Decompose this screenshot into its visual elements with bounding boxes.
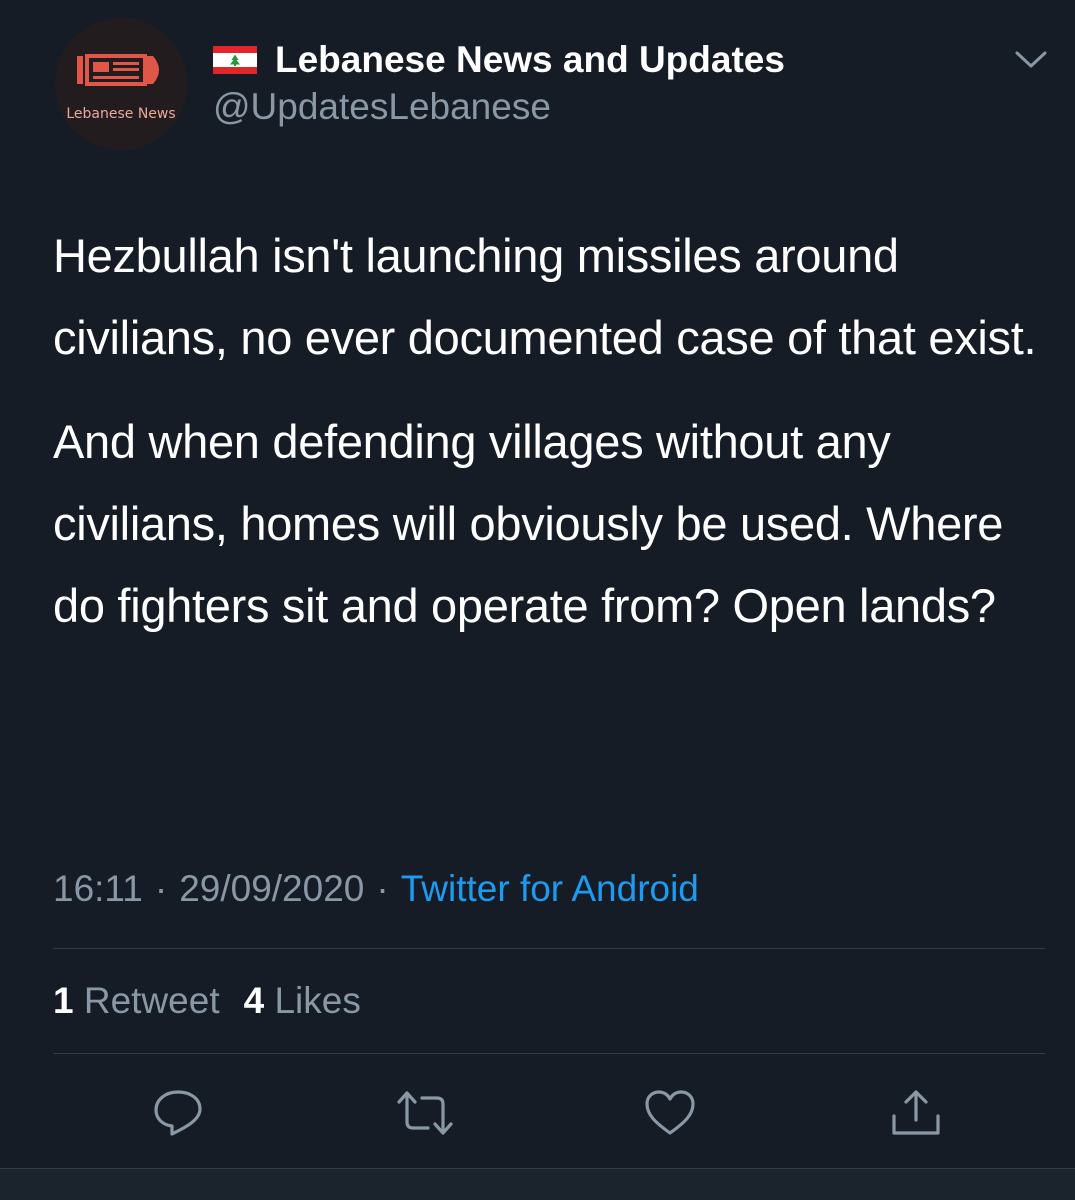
retweets-stat[interactable]: 1 Retweet	[53, 980, 220, 1021]
tweet-detail: Lebanese News Lebanese News and Updates …	[0, 0, 1075, 1200]
likes-label: Likes	[274, 980, 361, 1021]
tweet-paragraph: Hezbullah isn't launching missiles aroun…	[53, 229, 1037, 364]
author-name-row[interactable]: Lebanese News and Updates	[213, 36, 785, 84]
bottom-strip	[0, 1169, 1075, 1200]
author-display-name: Lebanese News and Updates	[275, 39, 785, 80]
retweet-button[interactable]	[395, 1088, 453, 1138]
likes-count: 4	[243, 980, 265, 1021]
share-icon	[892, 1090, 940, 1135]
likes-stat[interactable]: 4 Likes	[244, 980, 361, 1021]
tweet-meta: 16:11 · 29/09/2020 · Twitter for Android	[53, 868, 699, 910]
chevron-down-icon[interactable]	[1014, 48, 1048, 72]
retweets-label: Retweet	[83, 980, 220, 1021]
reply-button[interactable]	[150, 1088, 206, 1138]
tweet-source-link[interactable]: Twitter for Android	[401, 868, 699, 909]
meta-separator: ·	[154, 868, 168, 909]
lebanon-flag-icon	[213, 46, 257, 74]
share-button[interactable]	[888, 1088, 944, 1138]
newspaper-logo-icon	[77, 54, 159, 86]
tweet-text: Hezbullah isn't launching missiles aroun…	[53, 215, 1053, 647]
heart-icon	[645, 1090, 695, 1135]
reply-icon	[154, 1090, 202, 1136]
tweet-time: 16:11	[53, 868, 143, 909]
tweet-paragraph: And when defending villages without any …	[53, 415, 1004, 632]
like-button[interactable]	[642, 1088, 698, 1138]
tweet-stats: 1 Retweet 4 Likes	[53, 980, 361, 1022]
retweet-icon	[397, 1091, 453, 1135]
tweet-date: 29/09/2020	[179, 868, 365, 909]
meta-separator: ·	[376, 868, 389, 909]
avatar-label: Lebanese News	[66, 106, 176, 122]
avatar[interactable]: Lebanese News	[55, 18, 187, 150]
author-handle[interactable]: @UpdatesLebanese	[213, 86, 551, 128]
divider	[53, 1053, 1045, 1054]
divider	[53, 948, 1045, 949]
retweets-count: 1	[53, 980, 74, 1021]
